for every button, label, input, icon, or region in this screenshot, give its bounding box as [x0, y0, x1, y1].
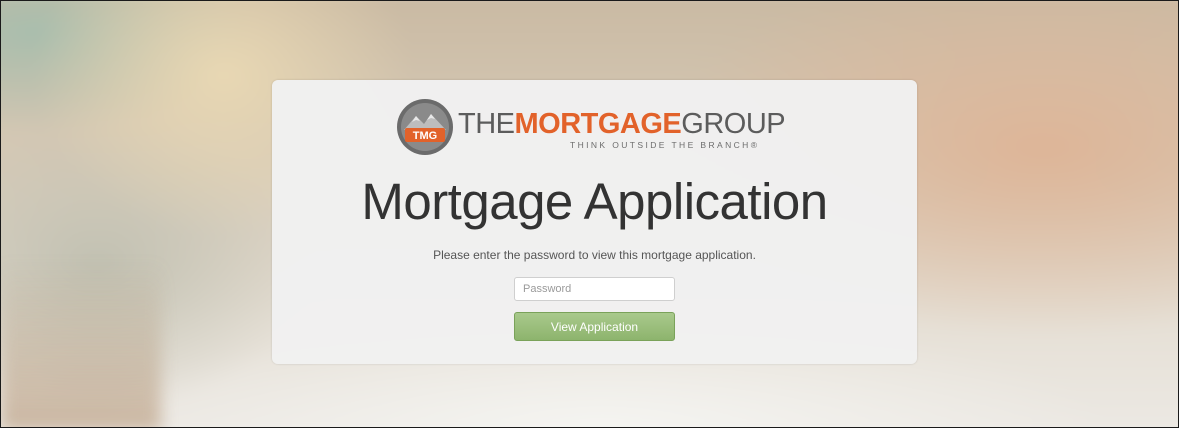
background-shadow	[1, 261, 161, 427]
view-application-button[interactable]: View Application	[514, 312, 675, 341]
login-card: TMG THEMORTGAGEGROUP THINK OUTSIDE THE B…	[272, 80, 917, 364]
logo-word-mortgage: MORTGAGE	[514, 108, 682, 140]
logo-mark-text: TMG	[413, 130, 437, 142]
company-logo: TMG THEMORTGAGEGROUP THINK OUTSIDE THE B…	[396, 98, 796, 156]
password-input[interactable]	[514, 277, 675, 301]
instructions-text: Please enter the password to view this m…	[433, 248, 756, 262]
logo-wordmark: THEMORTGAGEGROUP	[458, 108, 786, 140]
tmg-logo-icon: TMG	[397, 99, 453, 155]
logo-tagline: THINK OUTSIDE THE BRANCH®	[570, 140, 760, 150]
logo-word-group: GROUP	[681, 108, 786, 140]
page-frame: TMG THEMORTGAGEGROUP THINK OUTSIDE THE B…	[0, 0, 1179, 428]
logo-word-the: THE	[458, 108, 515, 140]
page-title: Mortgage Application	[361, 173, 828, 230]
